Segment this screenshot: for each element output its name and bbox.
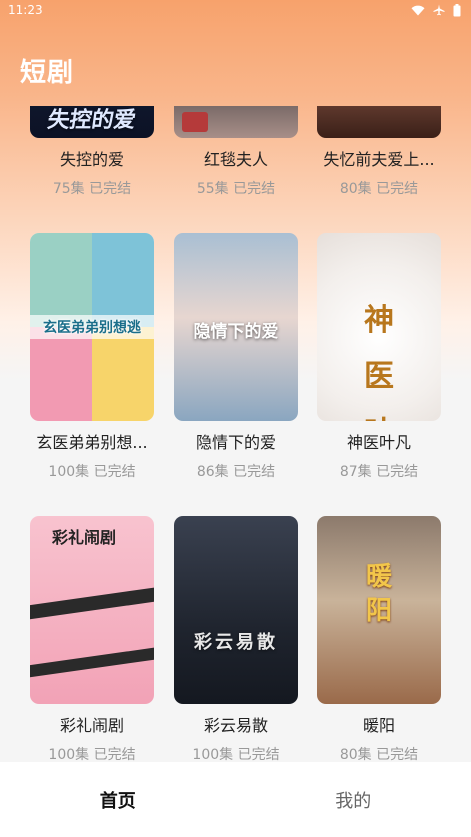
drama-title: 隐情下的爱: [195, 433, 276, 452]
poster-panel: [92, 233, 154, 327]
poster-title: 失控的爱: [45, 108, 138, 133]
drama-status: 已完结: [89, 181, 132, 197]
drama-card[interactable]: 失忆前夫爱上... 80集 已完结: [317, 106, 441, 198]
drama-poster[interactable]: [174, 106, 298, 138]
drama-poster[interactable]: 玄医弟弟别想逃: [30, 233, 154, 421]
drama-card[interactable]: 彩云易散 彩云易散 100集 已完结: [174, 516, 298, 762]
battery-icon: [453, 3, 461, 17]
drama-meta: 87集 已完结: [317, 461, 441, 481]
drama-episodes: 75集: [52, 181, 85, 197]
drama-status: 已完结: [93, 747, 136, 762]
drama-card[interactable]: 彩礼闹剧 彩礼闹剧 100集 已完结: [30, 516, 154, 762]
drama-episodes: 55集: [196, 181, 229, 197]
poster-title: 彩云易散: [194, 632, 278, 653]
drama-episodes: 100集: [48, 464, 90, 480]
poster-title: 彩礼闹剧: [52, 528, 117, 547]
drama-meta: 100集 已完结: [30, 744, 154, 762]
poster-title: 玄医弟弟别想逃: [30, 315, 154, 339]
drama-meta: 86集 已完结: [174, 461, 298, 481]
drama-poster[interactable]: [317, 106, 441, 138]
drama-episodes: 100集: [192, 747, 234, 762]
drama-title: 彩礼闹剧: [59, 716, 124, 735]
drama-meta: 80集 已完结: [317, 744, 441, 762]
drama-poster[interactable]: 神医 叶凡: [317, 233, 441, 421]
drama-poster[interactable]: 彩云易散: [174, 516, 298, 704]
poster-panel: [30, 233, 92, 327]
wifi-icon: [411, 5, 425, 16]
tab-home[interactable]: 首页: [0, 762, 236, 837]
drama-episodes: 80集: [339, 747, 372, 762]
drama-episodes: 86集: [196, 464, 229, 480]
poster-panel: [30, 327, 92, 421]
drama-status: 已完结: [237, 747, 280, 762]
drama-card[interactable]: 失控的爱 失控的爱 75集 已完结: [30, 106, 154, 198]
drama-poster[interactable]: 暖阳: [317, 516, 441, 704]
drama-poster[interactable]: 失控的爱: [30, 106, 154, 138]
status-time: 11:23: [8, 3, 43, 17]
tab-profile[interactable]: 我的: [236, 762, 471, 837]
drama-episodes: 100集: [48, 747, 90, 762]
drama-card[interactable]: 隐情下的爱 隐情下的爱 86集 已完结: [174, 233, 298, 481]
drama-meta: 100集 已完结: [174, 744, 298, 762]
drama-card[interactable]: 玄医弟弟别想逃 玄医弟弟别想... 100集 已完结: [30, 233, 154, 481]
drama-status: 已完结: [233, 464, 276, 480]
drama-poster[interactable]: 隐情下的爱: [174, 233, 298, 421]
drama-status: 已完结: [376, 464, 419, 480]
drama-title: 失控的爱: [59, 150, 124, 169]
drama-title: 玄医弟弟别想...: [36, 433, 148, 452]
drama-status: 已完结: [376, 181, 419, 197]
poster-decoration: [30, 645, 154, 679]
poster-decoration: [182, 112, 208, 132]
poster-title: 神医 叶凡: [364, 303, 416, 421]
poster-decoration: [30, 585, 154, 621]
drama-title: 神医叶凡: [346, 433, 411, 452]
drama-grid[interactable]: 失控的爱 失控的爱 75集 已完结 红毯夫人 55集 已完结 失忆前夫爱上...…: [0, 106, 471, 762]
drama-title: 红毯夫人: [203, 150, 268, 169]
bottom-tab-bar: 首页 我的: [0, 762, 471, 837]
poster-title: 隐情下的爱: [193, 322, 279, 342]
drama-meta: 100集 已完结: [30, 461, 154, 481]
drama-title: 暖阳: [362, 716, 395, 735]
drama-status: 已完结: [233, 181, 276, 197]
drama-status: 已完结: [376, 747, 419, 762]
drama-meta: 55集 已完结: [174, 178, 298, 198]
drama-meta: 80集 已完结: [317, 178, 441, 198]
drama-meta: 75集 已完结: [30, 178, 154, 198]
status-bar: 11:23: [0, 0, 471, 20]
drama-poster[interactable]: 彩礼闹剧: [30, 516, 154, 704]
drama-status: 已完结: [93, 464, 136, 480]
drama-episodes: 87集: [339, 464, 372, 480]
drama-title: 彩云易散: [203, 716, 268, 735]
drama-card[interactable]: 红毯夫人 55集 已完结: [174, 106, 298, 198]
drama-episodes: 80集: [339, 181, 372, 197]
poster-panel: [92, 327, 154, 421]
drama-card[interactable]: 暖阳 暖阳 80集 已完结: [317, 516, 441, 762]
page-title: 短剧: [20, 58, 75, 88]
status-icons: [411, 3, 461, 17]
drama-title: 失忆前夫爱上...: [323, 150, 435, 169]
drama-card[interactable]: 神医 叶凡 神医叶凡 87集 已完结: [317, 233, 441, 481]
airplane-icon: [433, 4, 445, 16]
poster-title: 暖阳: [365, 562, 392, 626]
